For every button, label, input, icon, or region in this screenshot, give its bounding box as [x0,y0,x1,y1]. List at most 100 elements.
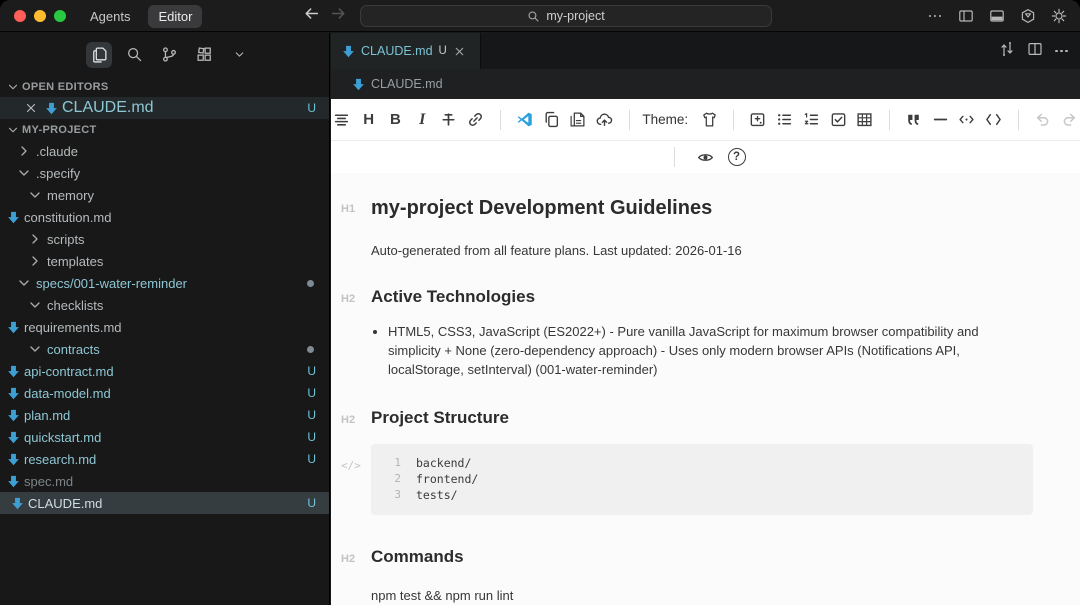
tree-item-contracts-folder[interactable]: contracts [0,338,329,360]
markdown-file-icon [7,387,20,400]
tree-item-specs-001-water-reminder[interactable]: specs/001-water-reminder [0,272,329,294]
settings-gear-icon[interactable] [1048,5,1070,27]
ordered-list-icon[interactable] [800,107,822,132]
minimize-window-button[interactable] [34,10,46,22]
forward-arrow-icon[interactable] [330,5,347,27]
editor-tab-claude-md[interactable]: CLAUDE.md U [331,33,481,69]
bullet-item: HTML5, CSS3, JavaScript (ES2022+) - Pure… [388,322,1033,379]
undo-icon[interactable] [1031,107,1053,132]
tree-item-specify-folder[interactable]: .specify [0,162,329,184]
git-status-badge: U [439,45,447,57]
chevron-down-icon [27,297,43,313]
insert-block-icon[interactable] [747,107,769,132]
cloud-upload-icon[interactable] [594,107,616,132]
source-control-icon[interactable] [156,42,182,68]
git-status-badge: U [307,386,316,400]
markdown-file-icon [352,78,365,91]
breadcrumb[interactable]: CLAUDE.md [331,69,1080,99]
tree-item-claude-folder[interactable]: .claude [0,140,329,162]
markdown-file-icon [7,211,20,224]
align-icon[interactable] [331,107,353,132]
chevron-down-icon [16,275,32,291]
tree-item-plan-md[interactable]: plan.md U [0,404,329,426]
markdown-file-icon [7,431,20,444]
markdown-toolbar-row2: ? [331,141,1080,173]
chevron-down-icon [6,80,20,94]
tab-editor[interactable]: Editor [148,5,202,28]
extensions-icon[interactable] [191,42,217,68]
italic-icon[interactable]: I [411,107,433,132]
close-icon[interactable] [24,101,38,115]
document-content[interactable]: H1 my-project Development Guidelines Aut… [331,173,1080,605]
traffic-lights [14,10,66,22]
editor-area: CLAUDE.md U CLAUDE.md H B I [331,33,1080,605]
table-icon[interactable] [854,107,876,132]
tree-item-templates-folder[interactable]: templates [0,250,329,272]
open-editor-item-claude-md[interactable]: CLAUDE.md U [0,97,329,119]
bold-icon[interactable]: B [385,107,407,132]
h1-gutter-label: H1 [341,197,371,220]
close-tab-icon[interactable] [453,45,466,58]
bullet-list-icon[interactable] [774,107,796,132]
compare-changes-icon[interactable] [999,41,1015,62]
tree-item-spec-md[interactable]: spec.md [0,470,329,492]
explorer-icon[interactable] [86,42,112,68]
git-status-badge: U [307,452,316,466]
link-icon[interactable] [465,107,487,132]
command-center-search[interactable]: my-project [360,5,772,27]
toggle-sidebar-icon[interactable] [955,5,977,27]
tree-item-claude-md-selected[interactable]: CLAUDE.md U [0,492,329,514]
tree-item-requirements-md[interactable]: requirements.md [0,316,329,338]
tree-item-checklists-folder[interactable]: checklists [0,294,329,316]
inline-code-icon[interactable] [956,107,978,132]
git-status-badge: U [307,101,316,115]
h2-gutter-label: H2 [341,287,371,307]
project-header[interactable]: MY-PROJECT [0,119,329,140]
help-icon[interactable]: ? [728,148,746,166]
horizontal-rule-icon[interactable] [929,107,951,132]
export-document-icon[interactable] [567,107,589,132]
tree-item-data-model-md[interactable]: data-model.md U [0,382,329,404]
preview-eye-icon[interactable] [693,145,718,170]
tree-item-quickstart-md[interactable]: quickstart.md U [0,426,329,448]
task-list-icon[interactable] [827,107,849,132]
tree-item-constitution-md[interactable]: constitution.md [0,206,329,228]
more-actions-icon[interactable] [1055,50,1068,53]
tree-item-memory-folder[interactable]: memory [0,184,329,206]
back-arrow-icon[interactable] [303,5,320,27]
markdown-file-icon [7,365,20,378]
chevron-down-icon [16,165,32,181]
markdown-file-icon [7,453,20,466]
search-panel-icon[interactable] [121,42,147,68]
chevron-down-icon[interactable] [226,42,252,68]
close-window-button[interactable] [14,10,26,22]
vscode-logo-icon[interactable] [513,107,535,132]
tree-item-research-md[interactable]: research.md U [0,448,329,470]
open-editors-header[interactable]: OPEN EDITORS [0,76,329,97]
tree-item-scripts-folder[interactable]: scripts [0,228,329,250]
maximize-window-button[interactable] [54,10,66,22]
code-gutter-label: </> [341,444,371,515]
box-cube-icon[interactable] [1017,5,1039,27]
tab-agents[interactable]: Agents [80,5,140,28]
strikethrough-icon[interactable] [438,107,460,132]
heading-active-technologies: Active Technologies [371,287,1033,307]
toggle-panel-icon[interactable] [986,5,1008,27]
code-block-icon[interactable] [983,107,1005,132]
chevron-down-icon [6,123,20,137]
tree-item-api-contract-md[interactable]: api-contract.md U [0,360,329,382]
modified-dot-badge [307,280,314,287]
copy-icon[interactable] [540,107,562,132]
git-status-badge: U [307,364,316,378]
markdown-toolbar: H B I Theme: [331,99,1080,141]
code-block[interactable]: 1backend/ 2frontend/ 3tests/ [371,444,1033,515]
blockquote-icon[interactable] [903,107,925,132]
line-number: 3 [385,487,401,503]
activity-bar [0,33,329,76]
heading-icon[interactable]: H [358,107,380,132]
split-editor-icon[interactable] [1027,41,1043,62]
theme-shirt-icon[interactable] [698,107,720,132]
redo-icon[interactable] [1058,107,1080,132]
more-actions-icon[interactable] [924,5,946,27]
app-window: Agents Editor my-project [0,0,1080,605]
